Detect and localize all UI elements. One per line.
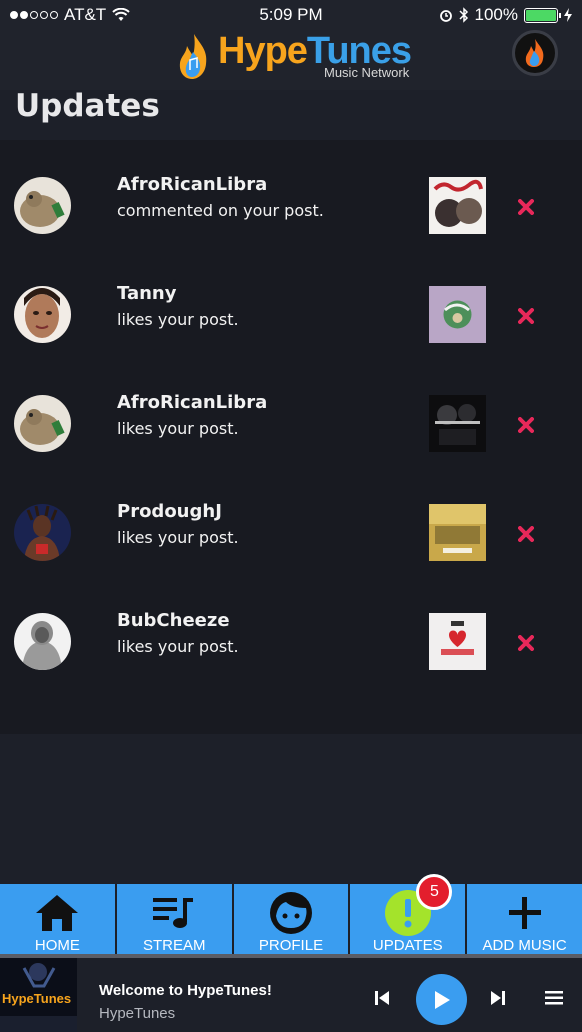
track-title: Welcome to HypeTunes! bbox=[99, 982, 272, 999]
tab-home[interactable]: HOME bbox=[0, 884, 115, 954]
bottom-tab-bar: HOME STREAM PROFILE 5 UPDATES ADD MUSIC bbox=[0, 874, 582, 954]
update-item[interactable]: ProdoughJ likes your post. bbox=[0, 467, 582, 576]
update-username[interactable]: Tanny bbox=[117, 283, 176, 304]
update-username[interactable]: AfroRicanLibra bbox=[117, 392, 267, 413]
tab-updates-label: UPDATES bbox=[372, 937, 443, 954]
dismiss-button[interactable] bbox=[515, 523, 537, 545]
update-action: likes your post. bbox=[117, 419, 239, 438]
user-avatar-button[interactable] bbox=[512, 30, 558, 76]
hypetunes-logo[interactable]: HypeTunes Music Network bbox=[176, 30, 416, 86]
artwork-label: HypeTunes bbox=[2, 991, 72, 1006]
user-avatar[interactable] bbox=[14, 504, 71, 561]
now-playing-artwork[interactable]: HypeTunes bbox=[0, 958, 77, 1032]
app-header: HypeTunes Music Network bbox=[0, 30, 582, 90]
bluetooth-icon bbox=[458, 7, 468, 23]
tab-profile[interactable]: PROFILE bbox=[233, 884, 349, 954]
update-item[interactable]: AfroRicanLibra commented on your post. bbox=[0, 140, 582, 249]
dismiss-button[interactable] bbox=[515, 196, 537, 218]
tab-stream[interactable]: STREAM bbox=[116, 884, 232, 954]
track-artist: HypeTunes bbox=[99, 1005, 176, 1022]
playlist-icon bbox=[117, 890, 232, 936]
user-avatar[interactable] bbox=[14, 286, 71, 343]
hamburger-menu-icon bbox=[545, 991, 563, 1005]
close-icon bbox=[518, 308, 534, 324]
status-right: 100% bbox=[439, 5, 572, 25]
page-title: Updates bbox=[15, 88, 160, 124]
skip-next-icon bbox=[491, 991, 505, 1005]
update-action: commented on your post. bbox=[117, 201, 324, 220]
tab-add-music-label: ADD MUSIC bbox=[482, 937, 567, 954]
previous-button[interactable] bbox=[372, 988, 392, 1008]
menu-button[interactable] bbox=[543, 988, 565, 1008]
post-thumbnail[interactable] bbox=[429, 177, 486, 234]
update-item[interactable]: AfroRicanLibra likes your post. bbox=[0, 358, 582, 467]
update-username[interactable]: ProdoughJ bbox=[117, 501, 222, 522]
update-action: likes your post. bbox=[117, 310, 239, 329]
play-button[interactable] bbox=[416, 974, 467, 1025]
next-button[interactable] bbox=[488, 988, 508, 1008]
post-thumbnail[interactable] bbox=[429, 504, 486, 561]
post-thumbnail[interactable] bbox=[429, 286, 486, 343]
tab-stream-label: STREAM bbox=[142, 937, 206, 954]
charging-icon bbox=[564, 8, 572, 22]
update-username[interactable]: BubCheeze bbox=[117, 610, 230, 631]
battery-percent: 100% bbox=[474, 5, 518, 24]
dismiss-button[interactable] bbox=[515, 632, 537, 654]
tab-updates[interactable]: 5 UPDATES bbox=[350, 874, 466, 954]
close-icon bbox=[518, 199, 534, 215]
flame-logo-icon bbox=[179, 34, 207, 79]
skip-previous-icon bbox=[375, 991, 389, 1005]
plus-icon bbox=[467, 890, 582, 936]
update-item[interactable]: Tanny likes your post. bbox=[0, 249, 582, 358]
update-username[interactable]: AfroRicanLibra bbox=[117, 174, 267, 195]
dismiss-button[interactable] bbox=[515, 305, 537, 327]
mini-player[interactable]: HypeTunes Welcome to HypeTunes! HypeTune… bbox=[0, 954, 582, 1032]
close-icon bbox=[518, 526, 534, 542]
user-avatar[interactable] bbox=[14, 395, 71, 452]
flame-avatar-icon bbox=[525, 39, 544, 67]
tab-profile-label: PROFILE bbox=[258, 937, 324, 954]
user-avatar[interactable] bbox=[14, 613, 71, 670]
battery-icon bbox=[524, 7, 561, 23]
update-action: likes your post. bbox=[117, 637, 239, 656]
status-bar: AT&T 5:09 PM 100% bbox=[0, 0, 582, 30]
close-icon bbox=[518, 635, 534, 651]
face-icon bbox=[234, 890, 349, 936]
update-action: likes your post. bbox=[117, 528, 239, 547]
tab-add-music[interactable]: ADD MUSIC bbox=[467, 884, 582, 954]
play-icon bbox=[434, 990, 450, 1009]
user-avatar[interactable] bbox=[14, 177, 71, 234]
close-icon bbox=[518, 417, 534, 433]
post-thumbnail[interactable] bbox=[429, 613, 486, 670]
home-icon bbox=[0, 890, 115, 936]
dismiss-button[interactable] bbox=[515, 414, 537, 436]
logo-subtitle: Music Network bbox=[324, 65, 410, 80]
updates-list: AfroRicanLibra commented on your post. T… bbox=[0, 140, 582, 734]
tab-home-label: HOME bbox=[34, 937, 80, 954]
update-item[interactable]: BubCheeze likes your post. bbox=[0, 576, 582, 685]
alarm-icon bbox=[439, 10, 452, 22]
post-thumbnail[interactable] bbox=[429, 395, 486, 452]
